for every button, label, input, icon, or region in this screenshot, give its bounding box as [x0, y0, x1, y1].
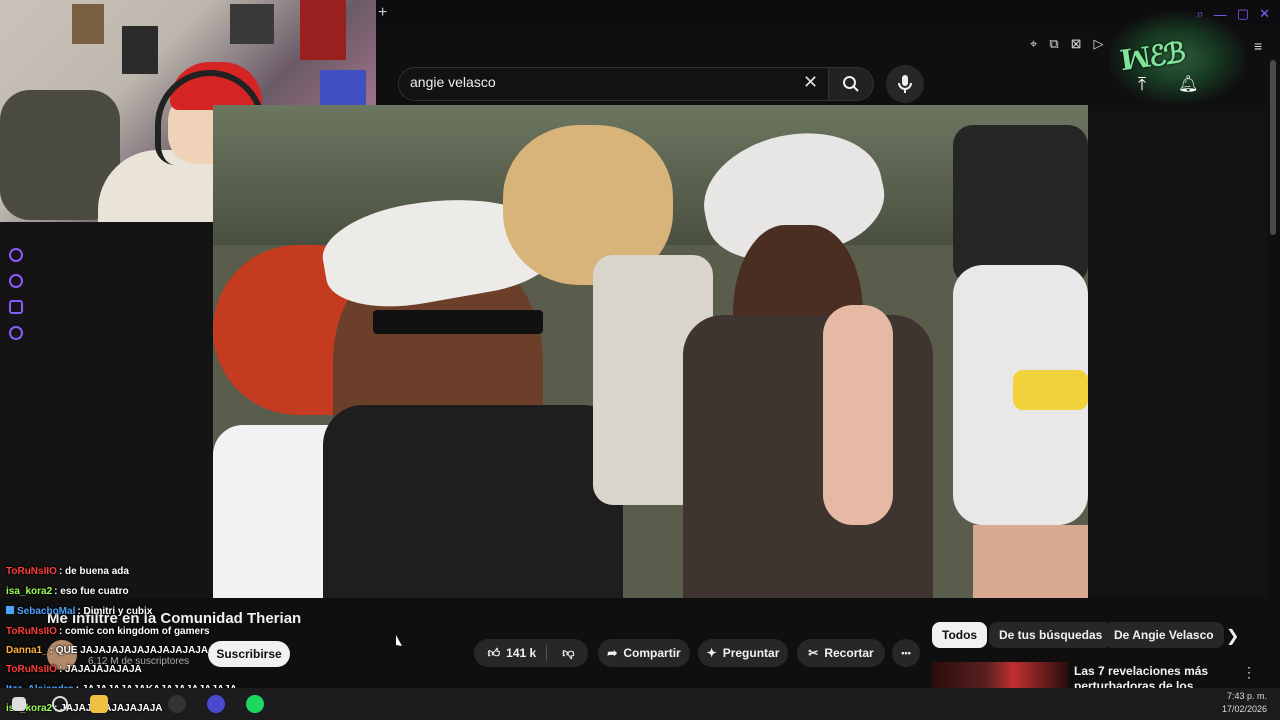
clock-date: 17/02/2026 — [1222, 704, 1268, 714]
chat-message: ToRuNsIIO: JAJAJAJAJAJA — [6, 664, 142, 675]
wall-poster — [300, 0, 346, 60]
like-dislike-group: 👍︎ 141 k 👎︎ — [474, 639, 588, 667]
clip-button[interactable]: ✂ Recortar — [797, 639, 885, 667]
notifications-icon[interactable]: 🔔︎ — [1178, 74, 1198, 94]
rail-puzzle-icon[interactable] — [9, 300, 23, 314]
extension-toolbar: ⌖ ⧉ ⊠ ▷ — [1030, 36, 1104, 52]
left-sidebar — [0, 222, 213, 598]
microphone-icon — [898, 75, 912, 93]
voice-search-button[interactable] — [886, 65, 924, 103]
new-tab-button[interactable]: + — [378, 5, 392, 21]
spotify-icon[interactable] — [246, 695, 264, 713]
chat-message: ToRuNsIIO: comic con kingdom of gamers — [6, 626, 210, 637]
play-icon[interactable]: ▷ — [1094, 36, 1104, 52]
video-player[interactable] — [213, 105, 1088, 598]
chat-message: isa_kora2: eso fue cuatro — [6, 586, 129, 597]
black-shirt — [323, 405, 623, 598]
bare-arm — [973, 525, 1088, 598]
chat-username: ToRuNsIIO — [6, 566, 57, 577]
share-icon: ➦ — [607, 646, 618, 660]
search-taskbar-icon[interactable] — [52, 696, 68, 712]
subscribe-button[interactable]: Suscribirse — [208, 641, 290, 667]
tattooed-arm — [823, 305, 893, 525]
like-count: 141 k — [506, 646, 537, 660]
chat-username: isa_kora2 — [6, 586, 53, 597]
chat-username: SebachoMal — [17, 606, 76, 617]
block-icon[interactable]: ⊠ — [1071, 36, 1082, 52]
clock-time: 7:43 p. m. — [1227, 691, 1268, 701]
browser-icon[interactable] — [207, 695, 225, 713]
bandana — [373, 310, 543, 334]
more-actions-button[interactable]: ••• — [892, 639, 920, 667]
wall-poster — [122, 26, 158, 74]
upload-icon[interactable]: ⤒ — [1138, 74, 1146, 95]
chat-message: ToRuNsIIO: de buena ada — [6, 566, 129, 577]
thumbs-up-icon: 👍︎ — [487, 645, 501, 660]
search-button[interactable] — [828, 67, 874, 101]
ask-button[interactable]: ✦ Preguntar — [698, 639, 788, 667]
thumbs-down-icon[interactable]: 👎︎ — [556, 646, 574, 661]
chat-username: ToRuNsIIO — [6, 626, 57, 637]
chat-text: : Dimitri y cubix — [77, 606, 153, 617]
chat-text: : JAJAJAJAJAJAJAJA — [54, 703, 163, 714]
chip-from-channel[interactable]: De Angie Velasco — [1104, 622, 1224, 648]
share-label: Compartir — [623, 646, 681, 660]
scissors-icon: ✂ — [808, 646, 819, 660]
band-shirt-person — [953, 125, 1088, 285]
clip-label: Recortar — [824, 646, 874, 660]
wall-poster — [230, 4, 274, 44]
rail-clock-icon[interactable] — [9, 274, 23, 288]
wall-poster — [72, 4, 104, 44]
search-icon — [843, 76, 859, 92]
start-icon[interactable] — [12, 697, 26, 711]
right-panel — [1088, 105, 1268, 598]
chip-all[interactable]: Todos — [932, 622, 988, 648]
badge-icon — [6, 606, 14, 614]
chevron-right-icon[interactable]: ❯ — [1226, 626, 1239, 646]
crop-icon[interactable]: ⧉ — [1049, 36, 1058, 52]
rail-settings-icon[interactable] — [9, 326, 23, 340]
clear-search-icon[interactable]: ✕ — [803, 72, 818, 93]
taskbar — [0, 688, 1280, 720]
obs-icon[interactable] — [168, 695, 186, 713]
system-clock[interactable]: 7:43 p. m. 17/02/2026 — [1222, 690, 1267, 716]
chat-text: : eso fue cuatro — [54, 586, 129, 597]
pin-icon[interactable]: ⌖ — [1030, 36, 1037, 52]
recommended-thumbnail[interactable] — [932, 662, 1068, 688]
close-icon[interactable]: ✕ — [1259, 6, 1270, 22]
menu-icon[interactable]: ≡ — [1254, 38, 1262, 54]
scrollbar[interactable] — [1270, 60, 1276, 235]
kebab-menu-icon[interactable]: ⋮ — [1242, 664, 1256, 681]
chat-text: : comic con kingdom of gamers — [58, 626, 210, 637]
ask-label: Preguntar — [722, 646, 780, 660]
divider — [546, 645, 547, 661]
chat-text: : JAJAJAJAJAJA — [58, 664, 142, 675]
chat-message: SebachoMal: Dimitri y cubix — [6, 606, 152, 617]
brown-shirt — [683, 315, 933, 598]
chat-text: : QUE JAJAJAJAJAJAJAJAJAJA — [49, 645, 209, 656]
mouse-cursor — [396, 634, 408, 648]
chat-message: Danna1_: QUE JAJAJAJAJAJAJAJAJAJA — [6, 645, 208, 656]
search-input[interactable]: angie velasco — [410, 74, 496, 90]
sparkle-icon: ✦ — [706, 646, 717, 660]
chat-username: Danna1_ — [6, 645, 48, 656]
folder-icon[interactable] — [90, 695, 108, 713]
like-button[interactable]: 👍︎ 141 k — [488, 646, 551, 661]
chat-text: : de buena ada — [58, 566, 129, 577]
share-button[interactable]: ➦ Compartir — [598, 639, 690, 667]
chat-message: isa_kora2: JAJAJAJAJAJAJAJA — [6, 703, 163, 714]
chip-from-searches[interactable]: De tus búsquedas — [989, 622, 1113, 648]
chat-username: ToRuNsIIO — [6, 664, 57, 675]
batman-logo — [1013, 370, 1088, 410]
rail-record-icon[interactable] — [9, 248, 23, 262]
